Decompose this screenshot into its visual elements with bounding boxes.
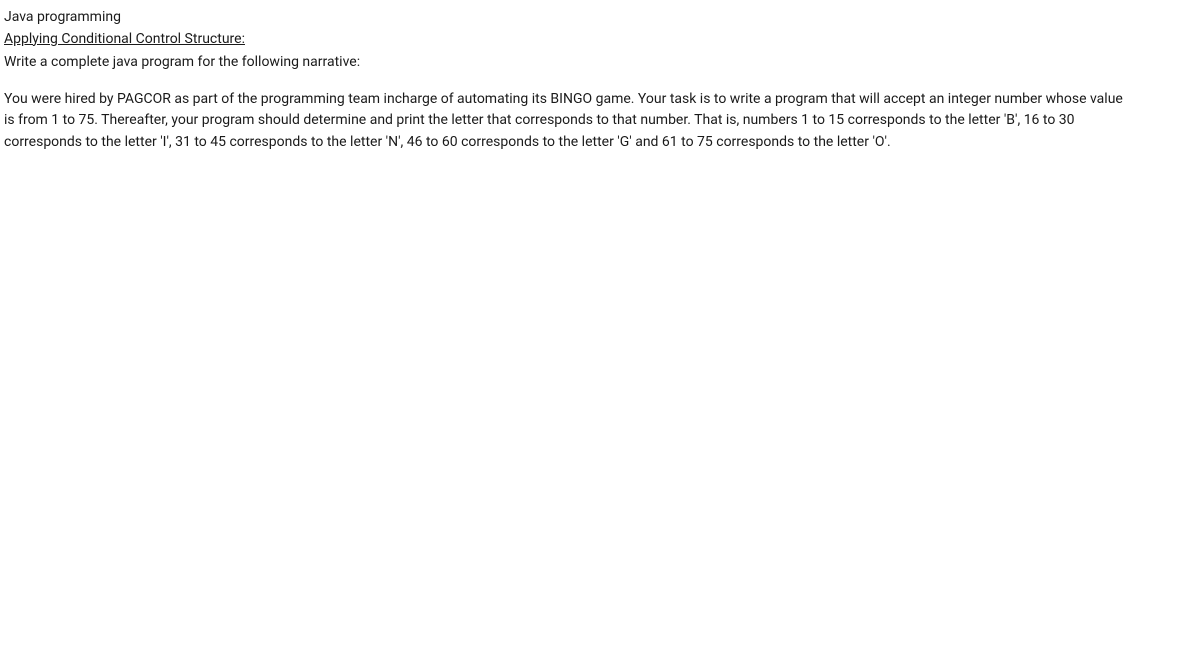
document-subtitle: Applying Conditional Control Structure:: [4, 30, 1196, 50]
document-instruction: Write a complete java program for the fo…: [4, 53, 1196, 73]
document-title: Java programming: [4, 8, 1196, 28]
document-narrative: You were hired by PAGCOR as part of the …: [4, 89, 1124, 154]
